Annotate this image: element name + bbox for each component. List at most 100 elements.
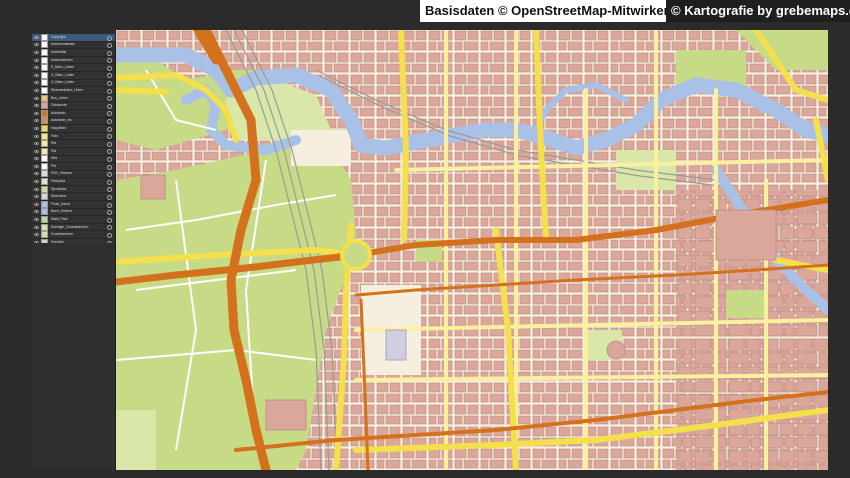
layer-name: Autobahn_etc (51, 118, 72, 123)
layer-name: Pfd (51, 163, 57, 168)
layer-color-swatch (41, 41, 48, 49)
map-canvas[interactable] (116, 30, 828, 470)
visibility-eye-icon[interactable] (34, 134, 39, 139)
layer-name: S_Bahn_Linien (51, 65, 75, 70)
layer-target-icon[interactable] (107, 141, 112, 147)
layer-color-swatch (41, 162, 48, 170)
visibility-eye-icon[interactable] (34, 88, 39, 93)
layer-target-icon[interactable] (107, 81, 112, 87)
visibility-eye-icon[interactable] (34, 126, 39, 131)
layer-color-swatch (41, 33, 48, 41)
layer-target-icon[interactable] (107, 58, 112, 64)
layer-target-icon[interactable] (107, 210, 112, 216)
city-map[interactable] (116, 30, 828, 470)
layer-color-swatch (41, 56, 48, 64)
layer-target-icon[interactable] (107, 126, 112, 132)
layer-target-icon[interactable] (107, 88, 112, 94)
grosser-stern (340, 239, 372, 271)
layer-name: Copyright (51, 34, 66, 39)
visibility-eye-icon[interactable] (34, 65, 39, 70)
layer-color-swatch (41, 178, 48, 186)
visibility-eye-icon[interactable] (34, 149, 39, 154)
layer-target-icon[interactable] (107, 172, 112, 178)
visibility-eye-icon[interactable] (34, 80, 39, 85)
park-museum-island (616, 150, 676, 190)
dome-building (606, 340, 626, 360)
layer-target-icon[interactable] (107, 103, 112, 109)
layer-name: Autobahn (51, 110, 66, 115)
layer-name: Parkplatz (51, 179, 66, 184)
layer-target-icon[interactable] (107, 202, 112, 208)
visibility-eye-icon[interactable] (34, 217, 39, 222)
layer-target-icon[interactable] (107, 43, 112, 49)
visibility-eye-icon[interactable] (34, 103, 39, 108)
layer-name: Wald_Park (51, 217, 68, 222)
layer-color-swatch (41, 185, 48, 193)
layer-color-swatch (41, 155, 48, 163)
visibility-eye-icon[interactable] (34, 209, 39, 214)
visibility-eye-icon[interactable] (34, 194, 39, 199)
layer-target-icon[interactable] (107, 232, 112, 238)
visibility-eye-icon[interactable] (34, 50, 39, 55)
layer-target-icon[interactable] (107, 149, 112, 155)
visibility-eye-icon[interactable] (34, 232, 39, 237)
layer-name: U_Bahn_Linien (51, 80, 75, 85)
layer-color-swatch (41, 200, 48, 208)
visibility-eye-icon[interactable] (34, 156, 39, 161)
layer-target-icon[interactable] (107, 179, 112, 185)
layer-color-swatch (41, 64, 48, 72)
station-hall (385, 329, 407, 361)
layer-color-swatch (41, 223, 48, 231)
layer-target-icon[interactable] (107, 73, 112, 79)
layer-name: Rfa (51, 148, 57, 153)
layer-color-swatch (41, 132, 48, 140)
layer-name: Kartentitel (51, 49, 67, 54)
layer-target-icon[interactable] (107, 50, 112, 56)
layer-name: Sonstige_Gruenflaechen (51, 224, 89, 229)
layer-target-icon[interactable] (107, 119, 112, 125)
visibility-eye-icon[interactable] (34, 73, 39, 78)
layer-name: Rfa (51, 141, 57, 146)
layer-target-icon[interactable] (107, 187, 112, 193)
osm-credit: Basisdaten © OpenStreetMap-Mitwirkende (420, 0, 687, 22)
layer-name: Wfa (51, 156, 58, 161)
layer-color-swatch (41, 71, 48, 79)
layer-name: Sportplatz (51, 186, 67, 191)
layer-name: Bus_Linien (51, 95, 68, 100)
visibility-eye-icon[interactable] (34, 187, 39, 192)
layer-target-icon[interactable] (107, 164, 112, 170)
layer-color-swatch (41, 94, 48, 102)
layer-color-swatch (41, 124, 48, 132)
layer-name: Fahr (51, 133, 58, 138)
layer-name: Fluss_Kanal (51, 201, 70, 206)
layer-target-icon[interactable] (107, 194, 112, 200)
visibility-eye-icon[interactable] (34, 58, 39, 63)
visibility-eye-icon[interactable] (34, 96, 39, 101)
layer-name: U_Bahn_Linien (51, 72, 75, 77)
visibility-eye-icon[interactable] (34, 141, 39, 146)
layer-name: Bach_Graben (51, 209, 72, 214)
visibility-eye-icon[interactable] (34, 35, 39, 40)
layer-target-icon[interactable] (107, 217, 112, 223)
layer-target-icon[interactable] (107, 225, 112, 231)
park-south-east (726, 290, 766, 318)
layer-target-icon[interactable] (107, 96, 112, 102)
visibility-eye-icon[interactable] (34, 179, 39, 184)
layer-target-icon[interactable] (107, 65, 112, 71)
layer-name: Hauptfahr (51, 125, 66, 130)
reichstag-building (140, 174, 166, 200)
visibility-eye-icon[interactable] (34, 171, 39, 176)
visibility-eye-icon[interactable] (34, 202, 39, 207)
layer-target-icon[interactable] (107, 35, 112, 41)
layer-name: Kartenmaterials (51, 42, 75, 47)
layer-target-icon[interactable] (107, 157, 112, 162)
visibility-eye-icon[interactable] (34, 225, 39, 230)
visibility-eye-icon[interactable] (34, 118, 39, 123)
visibility-eye-icon[interactable] (34, 42, 39, 47)
visibility-eye-icon[interactable] (34, 111, 39, 116)
visibility-eye-icon[interactable] (34, 164, 39, 169)
plaza-forum (291, 130, 351, 166)
layer-target-icon[interactable] (107, 134, 112, 140)
layer-target-icon[interactable] (107, 111, 112, 117)
grebemaps-credit: © Kartografie by grebemaps.de (666, 0, 850, 22)
